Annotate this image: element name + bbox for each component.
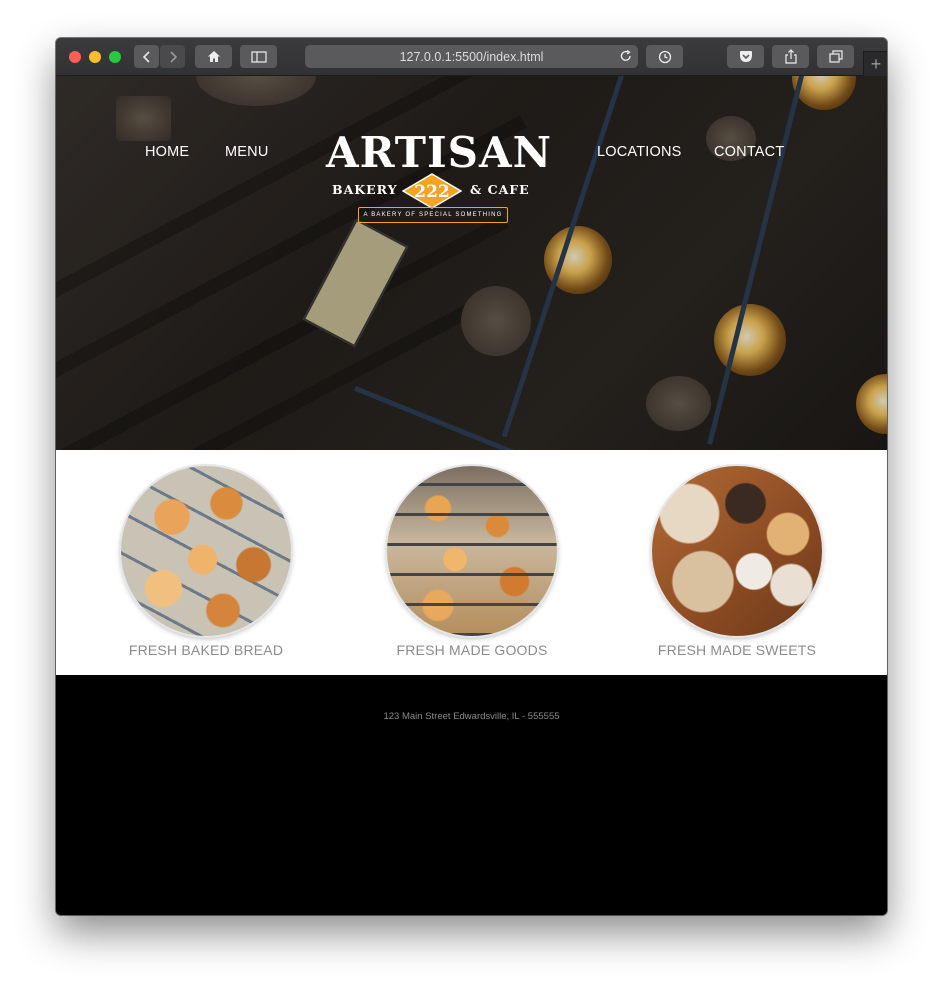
footer-address: 123 Main Street Edwardsville, IL - 55555… xyxy=(383,711,560,722)
share-icon xyxy=(784,49,797,64)
hero-banner: HOME MENU LOCATIONS CONTACT ARTISAN BAKE… xyxy=(56,76,887,450)
reload-icon[interactable] xyxy=(619,49,633,63)
nav-locations-link[interactable]: LOCATIONS xyxy=(597,144,682,160)
goods-photo xyxy=(387,466,557,636)
tabs-icon xyxy=(828,50,843,63)
back-button[interactable] xyxy=(134,45,159,68)
browser-window: 127.0.0.1:5500/index.html + HOME MENU LO… xyxy=(56,38,887,915)
forward-icon xyxy=(169,50,177,63)
zoom-window-button[interactable] xyxy=(109,51,121,63)
feature-caption: FRESH BAKED BREAD xyxy=(128,642,284,658)
logo-bakery-word: BAKERY xyxy=(332,182,398,197)
home-icon xyxy=(207,51,220,62)
sidebar-icon xyxy=(250,50,267,63)
sidebar-button[interactable] xyxy=(240,45,277,68)
new-tab-button[interactable]: + xyxy=(863,51,887,76)
sweets-photo xyxy=(652,466,822,636)
feature-caption: FRESH MADE SWEETS xyxy=(657,642,817,658)
pocket-icon xyxy=(739,51,752,62)
url-text: 127.0.0.1:5500/index.html xyxy=(399,49,544,64)
share-button[interactable] xyxy=(772,45,809,68)
bread-photo xyxy=(121,466,291,636)
nav-home-link[interactable]: HOME xyxy=(145,144,189,160)
feature-caption: FRESH MADE GOODS xyxy=(396,642,548,658)
pocket-button[interactable] xyxy=(727,45,764,68)
browser-toolbar: 127.0.0.1:5500/index.html + xyxy=(56,38,887,76)
logo-tagline: A BAKERY OF SPECIAL SOMETHING xyxy=(358,207,508,223)
minimize-window-button[interactable] xyxy=(89,51,101,63)
nav-menu-link[interactable]: MENU xyxy=(225,144,269,160)
home-button[interactable] xyxy=(195,45,232,68)
logo-number: 222 xyxy=(414,182,450,202)
close-window-button[interactable] xyxy=(69,51,81,63)
address-bar[interactable]: 127.0.0.1:5500/index.html xyxy=(305,45,638,68)
page-footer: 123 Main Street Edwardsville, IL - 55555… xyxy=(56,675,887,915)
tabs-overview-button[interactable] xyxy=(817,45,854,68)
nav-contact-link[interactable]: CONTACT xyxy=(714,144,784,160)
logo-cafe-word: & CAFE xyxy=(470,182,530,197)
forward-button[interactable] xyxy=(160,45,185,68)
history-icon xyxy=(658,50,671,63)
features-section: FRESH BAKED BREAD FRESH MADE GOODS FRESH… xyxy=(56,450,887,675)
feature-card-sweets[interactable]: FRESH MADE SWEETS xyxy=(607,466,867,658)
logo-row: BAKERY 222 & CAFE xyxy=(326,173,538,209)
logo-title: ARTISAN xyxy=(326,128,552,177)
new-tab-icon: + xyxy=(870,53,882,74)
artisan-logo[interactable]: ARTISAN BAKERY 222 & CAFE A BAKERY OF SP… xyxy=(326,128,552,228)
feature-card-bread[interactable]: FRESH BAKED BREAD xyxy=(76,466,336,658)
feature-card-goods[interactable]: FRESH MADE GOODS xyxy=(342,466,602,658)
page-content: HOME MENU LOCATIONS CONTACT ARTISAN BAKE… xyxy=(56,76,887,915)
back-icon xyxy=(142,50,150,63)
history-button[interactable] xyxy=(646,45,683,68)
